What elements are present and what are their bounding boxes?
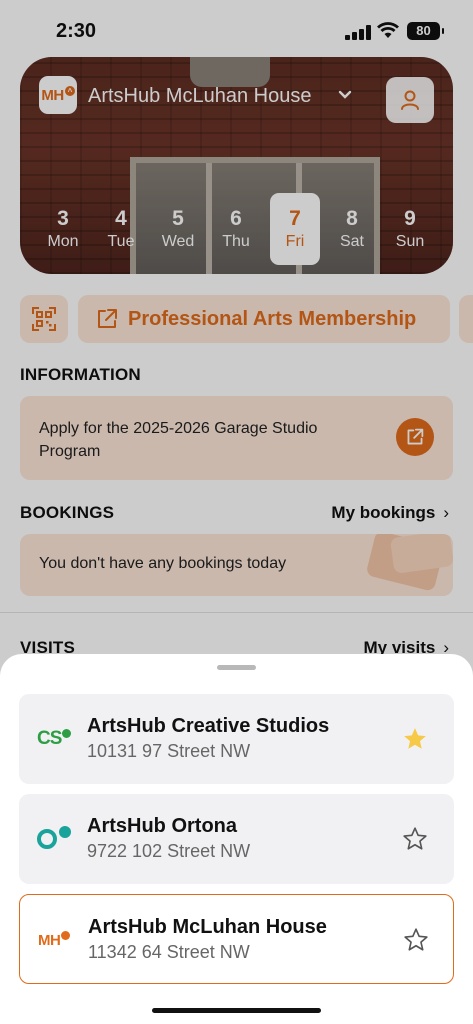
home-indicator[interactable] <box>152 1008 321 1013</box>
location-item-address: 10131 97 Street NW <box>87 741 251 761</box>
location-item-name: ArtsHub Ortona <box>87 815 237 837</box>
mcluhan-house-logo: MH <box>38 925 78 955</box>
star-outline-icon[interactable] <box>402 826 428 852</box>
location-item-creative-studios[interactable]: CS ArtsHub Creative Studios 10131 97 Str… <box>19 694 454 784</box>
location-item-name: ArtsHub Creative Studios <box>87 715 330 737</box>
sheet-grabber[interactable] <box>217 665 256 670</box>
star-filled-icon[interactable] <box>402 726 428 752</box>
ortona-logo <box>37 824 77 854</box>
location-item-address: 11342 64 Street NW <box>88 942 250 962</box>
location-item-mcluhan-house[interactable]: MH ArtsHub McLuhan House 11342 64 Street… <box>19 894 454 984</box>
location-picker-sheet: CS ArtsHub Creative Studios 10131 97 Str… <box>0 654 473 1024</box>
location-item-name: ArtsHub McLuhan House <box>88 916 327 938</box>
location-item-address: 9722 102 Street NW <box>87 841 251 861</box>
location-item-ortona[interactable]: ArtsHub Ortona 9722 102 Street NW <box>19 794 454 884</box>
star-outline-icon[interactable] <box>403 927 429 953</box>
creative-studios-logo: CS <box>37 724 77 754</box>
